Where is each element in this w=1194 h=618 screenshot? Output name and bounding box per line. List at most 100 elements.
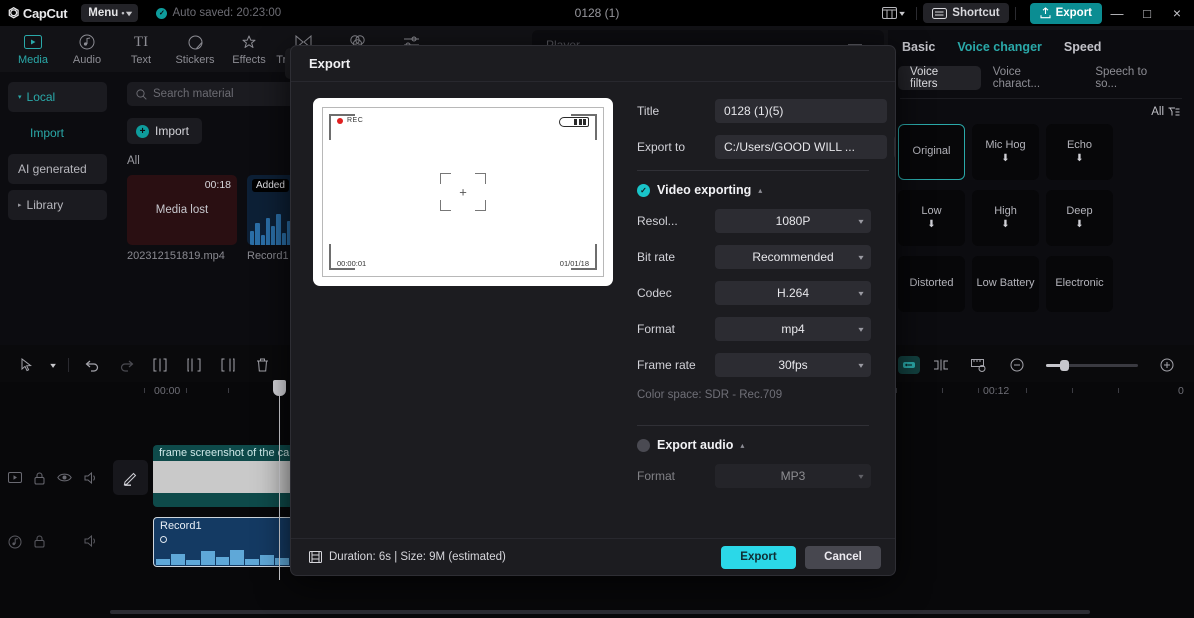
bitrate-value: Recommended bbox=[752, 250, 834, 264]
tab-media[interactable]: Media bbox=[6, 27, 60, 71]
tab-audio[interactable]: Audio bbox=[60, 27, 114, 71]
subtab-voice-filters[interactable]: Voice filters bbox=[898, 66, 981, 90]
title-input[interactable]: 0128 (1)(5) bbox=[715, 99, 887, 123]
tab-text[interactable]: TI Text bbox=[114, 27, 168, 71]
export-top-button[interactable]: Export bbox=[1029, 2, 1102, 24]
track-mute-toggle[interactable] bbox=[84, 534, 98, 552]
undo-button[interactable] bbox=[75, 350, 109, 380]
filter-row: All bbox=[888, 99, 1194, 118]
voice-filter-card[interactable]: High ⬇ bbox=[972, 190, 1039, 246]
voice-filter-card[interactable]: Deep ⬇ bbox=[1046, 190, 1113, 246]
voice-filter-card[interactable]: Distorted bbox=[898, 256, 965, 312]
voice-filter-card[interactable]: Electronic bbox=[1046, 256, 1113, 312]
timeline-horizontal-scrollbar[interactable] bbox=[110, 610, 1090, 614]
voice-filter-cards: Original Mic Hog ⬇ Echo ⬇ Low ⬇ High ⬇ D… bbox=[888, 118, 1194, 312]
sidebar-item-import[interactable]: Import bbox=[8, 118, 107, 148]
framerate-select[interactable]: 30fps ▾ bbox=[715, 353, 871, 377]
zoom-in-button[interactable] bbox=[1150, 350, 1184, 380]
voice-filter-card[interactable]: Echo ⬇ bbox=[1046, 124, 1113, 180]
resolution-select[interactable]: 1080P ▾ bbox=[715, 209, 871, 233]
export-preview: REC + 00:00:01 01/01/18 bbox=[313, 98, 613, 286]
close-button[interactable]: × bbox=[1162, 0, 1192, 26]
video-exporting-checkbox[interactable]: ✓ bbox=[637, 183, 650, 197]
tab-basic[interactable]: Basic bbox=[902, 40, 935, 54]
adsorption-icon[interactable] bbox=[924, 350, 958, 380]
track-lock-toggle[interactable] bbox=[34, 535, 45, 552]
select-tool-button[interactable] bbox=[10, 350, 44, 380]
browse-folder-button[interactable] bbox=[894, 135, 895, 159]
filter-all-button[interactable]: All bbox=[1151, 106, 1180, 118]
maximize-button[interactable]: □ bbox=[1132, 0, 1162, 26]
import-button[interactable]: + Import bbox=[127, 118, 202, 144]
zoom-out-button[interactable] bbox=[1000, 350, 1034, 380]
tab-voice-changer[interactable]: Voice changer bbox=[957, 40, 1042, 54]
sidebar-item-local[interactable]: ▾ Local bbox=[8, 82, 107, 112]
shortcut-button[interactable]: Shortcut bbox=[923, 3, 1009, 23]
track-preview-toggle[interactable] bbox=[8, 472, 22, 488]
tab-stickers[interactable]: Stickers bbox=[168, 27, 222, 71]
tool-dropdown-button[interactable]: ▾ bbox=[44, 350, 62, 380]
link-icon[interactable] bbox=[898, 356, 920, 374]
chevron-up-icon[interactable]: ▴ bbox=[758, 186, 762, 195]
voice-filter-card[interactable]: Original bbox=[898, 124, 965, 180]
tab-speed[interactable]: Speed bbox=[1064, 40, 1102, 54]
edit-clip-button[interactable] bbox=[113, 460, 148, 495]
minimize-icon: — bbox=[1110, 5, 1124, 21]
capcut-window: ⏣ CapCut Menu • ▾ ✓ Auto saved: 20:23:00… bbox=[0, 0, 1194, 618]
right-panel: Basic Voice changer Speed Voice filters … bbox=[888, 30, 1194, 345]
format-row: Format mp4 ▾ bbox=[637, 317, 895, 341]
track-audio-icon-wrap[interactable] bbox=[8, 535, 22, 552]
split-icon bbox=[153, 358, 167, 372]
subtab-speech-to-song[interactable]: Speech to so... bbox=[1083, 66, 1184, 90]
codec-select[interactable]: H.264 ▾ bbox=[715, 281, 871, 305]
track-visibility-toggle[interactable] bbox=[57, 472, 72, 488]
bitrate-select[interactable]: Recommended ▾ bbox=[715, 245, 871, 269]
export-path-input[interactable]: C:/Users/GOOD WILL ... bbox=[715, 135, 887, 159]
cancel-button[interactable]: Cancel bbox=[805, 545, 881, 569]
video-exporting-header[interactable]: ✓ Video exporting ▴ bbox=[637, 183, 895, 197]
split-button[interactable] bbox=[143, 350, 177, 380]
fit-timeline-icon[interactable] bbox=[962, 350, 996, 380]
tab-effects[interactable]: Effects bbox=[222, 27, 276, 71]
codec-value: H.264 bbox=[776, 286, 810, 300]
tab-label: Media bbox=[18, 53, 48, 66]
track-lock-toggle[interactable] bbox=[34, 472, 45, 488]
media-duration: 00:18 bbox=[204, 179, 231, 191]
audio-format-select[interactable]: MP3 ▾ bbox=[715, 464, 871, 488]
export-audio-checkbox[interactable] bbox=[637, 438, 650, 452]
track-mute-toggle[interactable] bbox=[84, 471, 98, 488]
download-icon[interactable]: ⬇ bbox=[927, 219, 935, 230]
playhead[interactable] bbox=[279, 382, 280, 580]
download-icon[interactable]: ⬇ bbox=[1075, 153, 1083, 164]
export-button[interactable]: Export bbox=[721, 545, 796, 569]
delete-button[interactable] bbox=[245, 350, 279, 380]
export-audio-header[interactable]: Export audio ▴ bbox=[637, 438, 895, 452]
sidebar-item-ai-generated[interactable]: AI generated bbox=[8, 154, 107, 184]
download-icon[interactable]: ⬇ bbox=[1001, 219, 1009, 230]
voice-filter-card[interactable]: Low Battery bbox=[972, 256, 1039, 312]
sidebar-item-label: AI generated bbox=[18, 162, 87, 176]
menu-button-label: Menu bbox=[88, 7, 119, 19]
download-icon[interactable]: ⬇ bbox=[1001, 153, 1009, 164]
sidebar-item-library[interactable]: ▸ Library bbox=[8, 190, 107, 220]
trim-left-button[interactable] bbox=[177, 350, 211, 380]
media-item[interactable]: 00:18 Media lost 202312151819.mp4 bbox=[127, 175, 237, 262]
title-bar: ⏣ CapCut Menu • ▾ ✓ Auto saved: 20:23:00… bbox=[0, 0, 1194, 26]
subtab-voice-characteristics[interactable]: Voice charact... bbox=[981, 66, 1084, 90]
plus-icon: + bbox=[136, 124, 149, 138]
media-thumbnail[interactable]: 00:18 Media lost bbox=[127, 175, 237, 245]
format-select[interactable]: mp4 ▾ bbox=[715, 317, 871, 341]
menu-button[interactable]: Menu • ▾ bbox=[81, 4, 139, 22]
minimize-button[interactable]: — bbox=[1102, 0, 1132, 26]
voice-filter-card[interactable]: Mic Hog ⬇ bbox=[972, 124, 1039, 180]
trim-right-button[interactable] bbox=[211, 350, 245, 380]
layout-button[interactable]: ▾ bbox=[876, 3, 910, 23]
redo-button[interactable] bbox=[109, 350, 143, 380]
keyframe-icon[interactable] bbox=[160, 536, 167, 543]
download-icon[interactable]: ⬇ bbox=[1075, 219, 1083, 230]
zoom-slider-knob[interactable] bbox=[1060, 359, 1069, 371]
voice-filter-card[interactable]: Low ⬇ bbox=[898, 190, 965, 246]
zoom-slider[interactable] bbox=[1046, 359, 1138, 371]
export-to-label: Export to bbox=[637, 140, 686, 154]
chevron-up-icon[interactable]: ▴ bbox=[740, 441, 744, 450]
